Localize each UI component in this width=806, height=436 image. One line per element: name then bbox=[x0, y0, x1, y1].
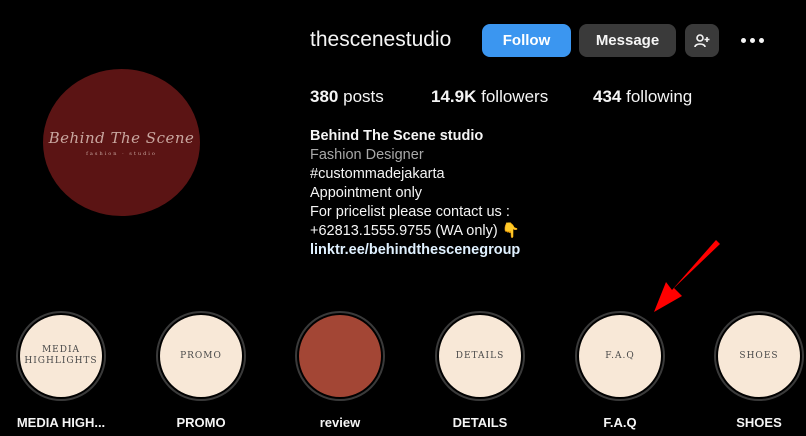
highlight-cover: PROMO bbox=[160, 315, 242, 397]
suggest-accounts-button[interactable] bbox=[685, 24, 719, 57]
avatar-logo-subtext: fashion · studio bbox=[86, 150, 157, 157]
person-add-icon bbox=[694, 33, 710, 47]
highlight-cover: MEDIA HIGHLIGHTS bbox=[20, 315, 102, 397]
more-options-button[interactable] bbox=[738, 28, 766, 52]
highlight-promo[interactable]: PROMO PROMO bbox=[146, 311, 256, 430]
highlight-cover-text: F.A.Q bbox=[605, 350, 635, 361]
bio-link[interactable]: linktr.ee/behindthescenegroup bbox=[310, 241, 520, 260]
following-count: 434 bbox=[593, 87, 622, 106]
more-dots-icon bbox=[749, 37, 755, 43]
follow-button[interactable]: Follow bbox=[482, 24, 571, 57]
highlight-media-highlights[interactable]: MEDIA HIGHLIGHTS MEDIA HIGH... bbox=[6, 311, 116, 430]
highlight-label: F.A.Q bbox=[603, 415, 637, 430]
highlight-cover-ring[interactable] bbox=[295, 311, 385, 401]
posts-count: 380 bbox=[310, 87, 339, 106]
highlight-label: PROMO bbox=[176, 415, 226, 430]
highlight-cover-text: DETAILS bbox=[455, 350, 505, 361]
more-dots-icon bbox=[758, 37, 764, 43]
highlight-label: SHOES bbox=[736, 415, 782, 430]
highlight-shoes[interactable]: SHOES SHOES bbox=[704, 311, 806, 430]
profile-avatar[interactable]: Behind The Scene fashion · studio bbox=[43, 69, 200, 216]
following-label: following bbox=[626, 87, 693, 106]
highlight-label: MEDIA HIGH... bbox=[16, 415, 106, 430]
highlight-cover-text: MEDIA bbox=[41, 345, 81, 355]
highlight-cover-ring[interactable]: DETAILS bbox=[435, 311, 525, 401]
highlight-cover-text: SHOES bbox=[739, 350, 779, 361]
followers-stat[interactable]: 14.9K followers bbox=[431, 87, 593, 107]
bio-hashtag[interactable]: #custommadejakarta bbox=[310, 165, 520, 184]
highlight-cover: SHOES bbox=[718, 315, 800, 397]
profile-bio: Behind The Scene studio Fashion Designer… bbox=[310, 127, 520, 260]
profile-stats: 380 posts 14.9K followers 434 following bbox=[310, 87, 692, 107]
highlight-details[interactable]: DETAILS DETAILS bbox=[425, 311, 535, 430]
highlight-cover bbox=[299, 315, 381, 397]
bio-line: For pricelist please contact us : bbox=[310, 204, 510, 220]
highlight-cover: F.A.Q bbox=[579, 315, 661, 397]
avatar-logo-text: Behind The Scene bbox=[48, 128, 195, 147]
following-stat[interactable]: 434 following bbox=[593, 87, 692, 107]
followers-count: 14.9K bbox=[431, 87, 477, 106]
highlight-cover-text: PROMO bbox=[180, 350, 222, 361]
highlight-label: review bbox=[319, 415, 361, 430]
more-dots-icon bbox=[740, 37, 746, 43]
bio-name: Behind The Scene studio bbox=[310, 128, 484, 144]
highlight-cover: DETAILS bbox=[439, 315, 521, 397]
highlight-cover-text: HIGHLIGHTS bbox=[24, 356, 98, 366]
followers-label: followers bbox=[481, 87, 549, 106]
profile-username: thescenestudio bbox=[310, 28, 452, 51]
highlight-faq[interactable]: F.A.Q F.A.Q bbox=[565, 311, 675, 430]
bio-line: Appointment only bbox=[310, 185, 423, 201]
highlight-cover-ring[interactable]: PROMO bbox=[156, 311, 246, 401]
bio-category: Fashion Designer bbox=[310, 147, 424, 163]
bio-phone: +62813.1555.9755 (WA only) 👇 bbox=[310, 223, 520, 239]
red-annotation-arrow-icon bbox=[654, 240, 720, 312]
highlight-cover-ring[interactable]: MEDIA HIGHLIGHTS bbox=[16, 311, 106, 401]
highlight-label: DETAILS bbox=[452, 415, 508, 430]
posts-stat: 380 posts bbox=[310, 87, 431, 107]
highlight-review[interactable]: review bbox=[285, 311, 395, 430]
message-button[interactable]: Message bbox=[579, 24, 676, 57]
posts-label: posts bbox=[343, 87, 384, 106]
